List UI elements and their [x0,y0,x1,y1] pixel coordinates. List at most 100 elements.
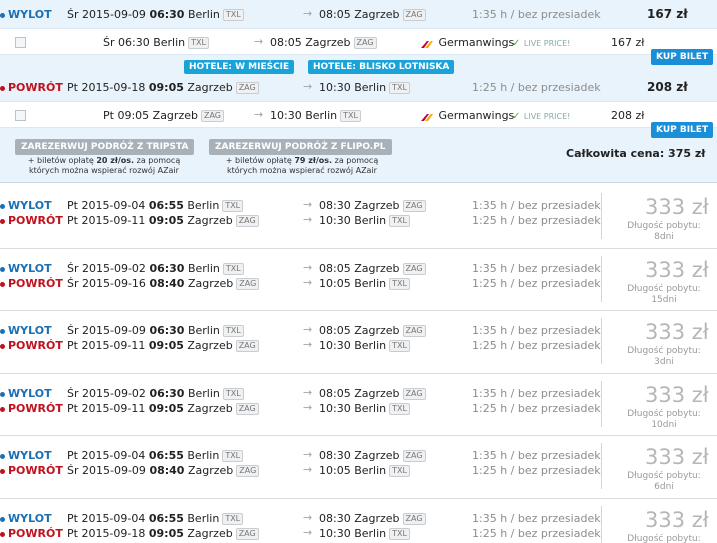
outbound-label: WYLOT [0,8,52,21]
return-label: POWRÓT [0,402,63,415]
result-price: 333 zł [645,445,709,469]
outbound-label: WYLOT [0,387,52,400]
stay-length: Długość pobytu: 15dni [627,284,701,305]
arrow-right-icon: → [303,448,313,461]
leg-arrival: 08:05 Zagrzeb ZAG [319,262,426,275]
outbound-label: WYLOT [0,262,52,275]
leg-departure: Śr 2015-09-09 06:30 Berlin TXL [67,324,244,337]
row-separator [0,435,717,436]
row-separator [0,498,717,499]
arrow-right-icon: → [303,198,313,211]
stay-length: Długość pobytu: [627,534,701,543]
buy-ticket-outbound-button[interactable]: KUP BILET [651,49,714,65]
leg-departure: Pt 2015-09-18 09:05 Zagrzeb ZAG [67,527,259,540]
germanwings-logo-icon [421,112,435,121]
return-label: POWRÓT [0,214,63,227]
inbound-duration: 1:25 h / bez przesiadek [472,81,601,94]
inbound-arrival: 10:30 Berlin TXL [319,81,410,94]
book-flipo-button[interactable]: ZAREZERWUJ PODRÓŻ Z FLIPO.PL [209,139,392,155]
leg-duration: 1:35 h / bez przesiadek [472,199,601,212]
leg-duration: 1:25 h / bez przesiadek [472,527,601,540]
inbound-detail-price: 208 zł [611,109,645,122]
column-divider [601,256,602,302]
outbound-departure: Śr 2015-09-09 06:30 Berlin TXL [67,8,244,21]
result-price: 333 zł [645,508,709,532]
leg-duration: 1:35 h / bez przesiadek [472,512,601,525]
arrow-right-icon: → [254,35,264,48]
column-divider [601,443,602,489]
leg-duration: 1:25 h / bez przesiadek [472,339,601,352]
airline: Germanwings [421,36,514,49]
leg-arrival: 08:30 Zagrzeb ZAG [319,512,426,525]
outbound-label: WYLOT [0,324,52,337]
return-dot-icon [0,343,5,349]
live-price-badge: ✓ LIVE PRICE! [512,38,571,49]
column-divider [601,381,602,427]
outbound-dot-icon [0,12,5,18]
selected-trip-panel: WYLOT Śr 2015-09-09 06:30 Berlin TXL → 08… [0,0,717,183]
outbound-dot-icon [0,203,5,209]
outbound-label: WYLOT [0,512,52,525]
inbound-dot-icon [0,85,5,91]
leg-departure: Pt 2015-09-11 09:05 Zagrzeb ZAG [67,214,259,227]
leg-arrival: 08:05 Zagrzeb ZAG [319,387,426,400]
buy-ticket-inbound-button[interactable]: KUP BILET [651,122,714,138]
arrow-right-icon: → [303,276,313,289]
leg-arrival: 08:30 Zagrzeb ZAG [319,449,426,462]
leg-departure: Śr 2015-09-16 08:40 Zagrzeb ZAG [67,277,260,290]
return-dot-icon [0,281,5,287]
outbound-dot-icon [0,266,5,272]
image-placeholder-icon [15,110,26,121]
outbound-price: 167 zł [647,7,688,21]
germanwings-logo-icon [421,39,435,48]
leg-departure: Pt 2015-09-04 06:55 Berlin TXL [67,449,244,462]
stay-length: Długość pobytu: 6dni [627,471,701,492]
leg-arrival: 08:05 Zagrzeb ZAG [319,324,426,337]
outbound-label: WYLOT [0,199,52,212]
flipo-fee-note: + biletów opłatę 79 zł/os. za pomocą któ… [225,156,379,175]
leg-departure: Pt 2015-09-11 09:05 Zagrzeb ZAG [67,402,259,415]
leg-arrival: 10:30 Berlin TXL [319,402,410,415]
result-price: 333 zł [645,320,709,344]
leg-arrival: 10:30 Berlin TXL [319,339,410,352]
inbound-detail-arrival: 10:30 Berlin TXL [270,109,361,122]
stay-length: Długość pobytu: 10dni [627,409,701,430]
outbound-detail-price: 167 zł [611,36,645,49]
arrow-right-icon: → [303,511,313,524]
leg-duration: 1:35 h / bez przesiadek [472,262,601,275]
hotels-airport-button[interactable]: HOTELE: BLISKO LOTNISKA [308,60,455,74]
result-price: 333 zł [645,383,709,407]
leg-departure: Pt 2015-09-04 06:55 Berlin TXL [67,512,244,525]
column-divider [601,193,602,239]
outbound-dot-icon [0,516,5,522]
result-price: 333 zł [645,258,709,282]
leg-arrival: 10:30 Berlin TXL [319,527,410,540]
leg-duration: 1:25 h / bez przesiadek [472,214,601,227]
leg-departure: Śr 2015-09-09 08:40 Zagrzeb ZAG [67,464,260,477]
leg-departure: Śr 2015-09-02 06:30 Berlin TXL [67,387,244,400]
outbound-label: WYLOT [0,449,52,462]
return-label: POWRÓT [0,339,63,352]
arrow-right-icon: → [303,401,313,414]
leg-departure: Pt 2015-09-11 09:05 Zagrzeb ZAG [67,339,259,352]
arrow-right-icon: → [303,386,313,399]
outbound-detail-arrival: 08:05 Zagrzeb ZAG [270,36,377,49]
outbound-detail-departure: Śr 06:30 Berlin TXL [103,36,209,49]
column-divider [601,318,602,364]
arrow-right-icon: → [303,261,313,274]
arrow-right-icon: → [303,323,313,336]
check-icon: ✓ [512,111,521,122]
result-price: 333 zł [645,195,709,219]
arrow-right-icon: → [303,80,313,93]
row-separator [0,310,717,311]
book-tripsta-button[interactable]: ZAREZERWUJ PODRÓŻ Z TRIPSTA [15,139,195,155]
check-icon: ✓ [512,38,521,49]
image-placeholder-icon [15,37,26,48]
inbound-label: POWRÓT [0,81,63,94]
hotels-city-button[interactable]: HOTELE: W MIEŚCIE [184,60,295,74]
leg-duration: 1:35 h / bez przesiadek [472,387,601,400]
inbound-detail-row: Pt 09:05 Zagrzeb ZAG → 10:30 Berlin TXL Ge… [0,101,717,138]
leg-arrival: 10:05 Berlin TXL [319,464,410,477]
leg-arrival: 08:30 Zagrzeb ZAG [319,199,426,212]
outbound-dot-icon [0,453,5,459]
